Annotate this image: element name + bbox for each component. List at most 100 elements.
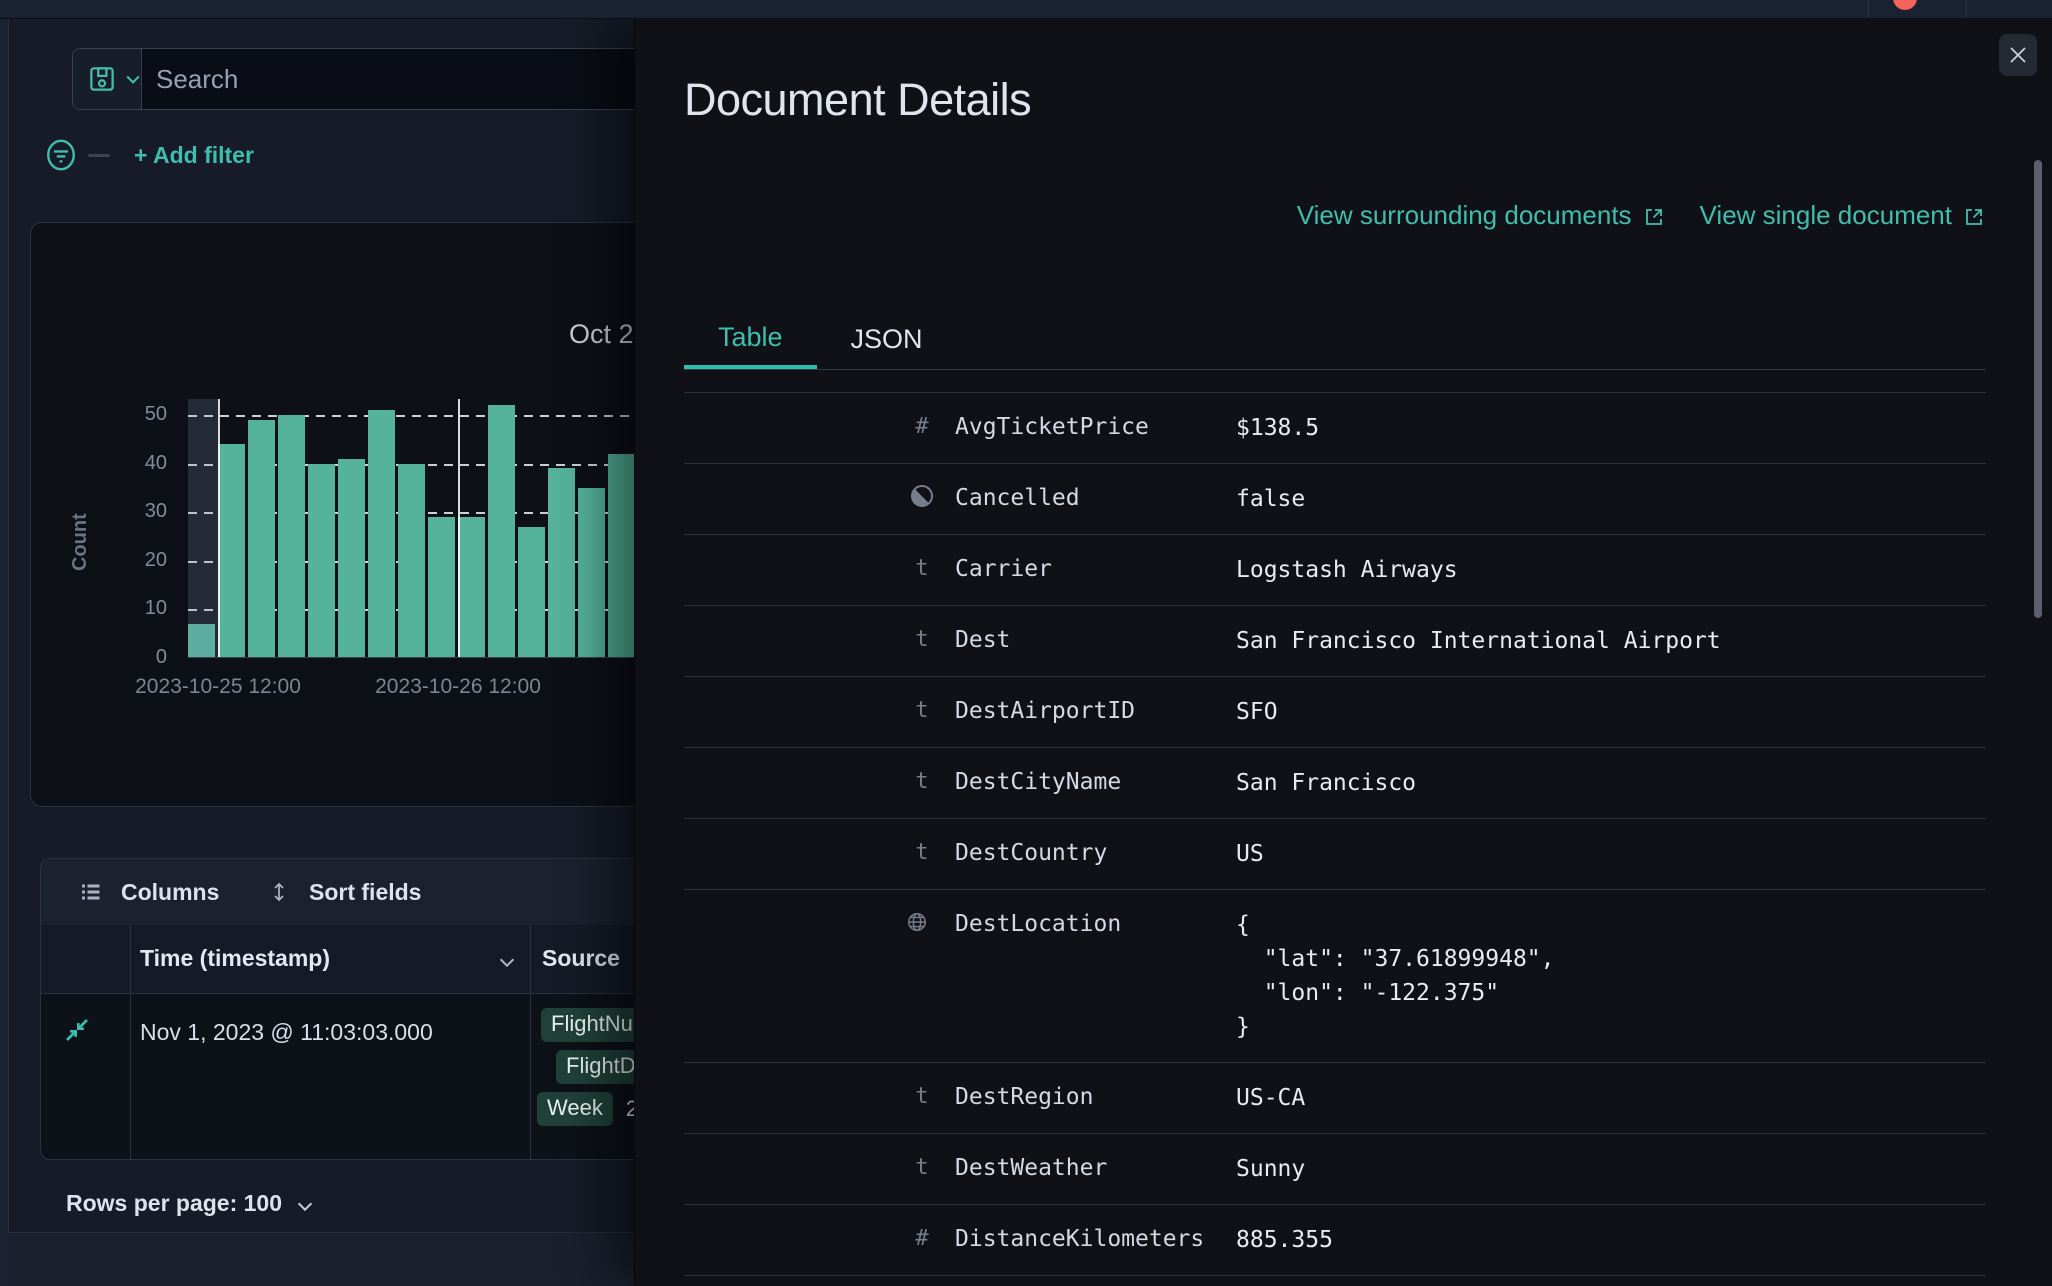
field-name: DestWeather bbox=[955, 1155, 1108, 1181]
topbar-divider bbox=[1966, 0, 1967, 18]
field-name: DestLocation bbox=[955, 911, 1122, 937]
histogram-bar[interactable] bbox=[578, 488, 605, 658]
notification-badge-icon[interactable] bbox=[1893, 0, 1917, 10]
sort-fields-button-label: Sort fields bbox=[309, 878, 422, 905]
histogram-bar[interactable] bbox=[218, 444, 245, 658]
grid-toolbar: Columns Sort fields bbox=[41, 859, 699, 926]
doc-field-row: t DestCityName San Francisco bbox=[684, 748, 1986, 819]
sort-arrows-icon bbox=[267, 880, 291, 904]
field-name: Cancelled bbox=[955, 485, 1080, 511]
flyout-actions: View surrounding documents View single d… bbox=[1297, 200, 1986, 231]
doc-field-row: t DestWeather Sunny bbox=[684, 1134, 1986, 1205]
discover-page: Search + Add filter Oct 25 Count 0 10 20 30… bbox=[0, 0, 2052, 1286]
flyout-tabs: Table JSON bbox=[684, 310, 957, 369]
query-bar: Search bbox=[72, 48, 656, 110]
histogram-bar[interactable] bbox=[608, 454, 635, 658]
field-name: DestRegion bbox=[955, 1084, 1094, 1110]
doc-field-row: t DestAirportID SFO bbox=[684, 677, 1986, 748]
chevron-down-icon bbox=[294, 1195, 316, 1217]
external-link-icon bbox=[1642, 205, 1666, 229]
doc-field-row: t Dest San Francisco International Airport bbox=[684, 606, 1986, 677]
collapsed-nav-rail[interactable] bbox=[0, 18, 9, 1286]
columns-button[interactable]: Columns bbox=[79, 859, 219, 925]
tab-json[interactable]: JSON bbox=[817, 310, 957, 369]
document-fields-table: # AvgTicketPrice $138.5 Cancelled false t Carr… bbox=[684, 392, 1986, 1286]
field-name: Carrier bbox=[955, 556, 1052, 582]
field-value: SFO bbox=[1236, 699, 1278, 725]
time-column-header[interactable]: Time (timestamp) bbox=[140, 945, 330, 972]
saved-query-menu-button[interactable] bbox=[73, 49, 142, 109]
field-value: false bbox=[1236, 486, 1306, 512]
column-border bbox=[130, 925, 131, 1159]
text-field-icon: t bbox=[915, 556, 929, 581]
histogram-bar[interactable] bbox=[248, 420, 275, 658]
y-tick-label: 30 bbox=[144, 500, 167, 523]
doc-field-row: t Carrier Logstash Airways bbox=[684, 535, 1986, 606]
save-icon bbox=[87, 64, 117, 94]
histogram-bar[interactable] bbox=[278, 415, 305, 658]
field-value: Logstash Airways bbox=[1236, 557, 1458, 583]
histogram-bar[interactable] bbox=[368, 410, 395, 658]
expand-document-icon[interactable] bbox=[61, 1014, 93, 1046]
top-chrome-bar bbox=[0, 0, 2052, 19]
number-field-icon: # bbox=[915, 1226, 929, 1251]
text-field-icon: t bbox=[915, 1084, 929, 1109]
histogram-bar[interactable] bbox=[398, 464, 425, 658]
x-gridline bbox=[218, 399, 220, 658]
flyout-scrollbar-thumb[interactable] bbox=[2034, 160, 2042, 618]
text-field-icon: t bbox=[915, 698, 929, 723]
text-field-icon: t bbox=[915, 769, 929, 794]
pagination: Rows per page: 100 bbox=[66, 1190, 316, 1217]
filter-bar: + Add filter bbox=[44, 138, 254, 172]
source-field-line: Week 2 bbox=[537, 1092, 638, 1126]
histogram-bar[interactable] bbox=[458, 517, 485, 658]
documents-grid-panel: Columns Sort fields Time (timestamp) Sou… bbox=[40, 858, 700, 1160]
filter-circle-icon[interactable] bbox=[44, 138, 78, 172]
field-value: $138.5 bbox=[1236, 415, 1320, 441]
doc-field-row: t DestCountry US bbox=[684, 819, 1986, 890]
filter-divider bbox=[88, 153, 110, 157]
time-cell[interactable]: Nov 1, 2023 @ 11:03:03.000 bbox=[140, 1019, 433, 1046]
view-surrounding-documents-link[interactable]: View surrounding documents bbox=[1297, 200, 1666, 231]
field-name-badge: Week bbox=[537, 1092, 613, 1126]
source-field-line: FlightNu bbox=[541, 1008, 643, 1042]
y-tick-label: 20 bbox=[144, 548, 167, 571]
field-value: US-CA bbox=[1236, 1085, 1306, 1111]
doc-field-row: DestLocation { "lat": "37.61899948", "lon… bbox=[684, 890, 1986, 1063]
field-value: 885.355 bbox=[1236, 1227, 1333, 1253]
search-placeholder: Search bbox=[156, 63, 239, 94]
number-field-icon: # bbox=[915, 414, 929, 439]
doc-field-row: # DistanceKilometers 885.355 bbox=[684, 1205, 1986, 1276]
y-axis-title: Count bbox=[69, 513, 91, 571]
field-value: San Francisco bbox=[1236, 770, 1417, 796]
text-field-icon: t bbox=[915, 627, 929, 652]
histogram-bar[interactable] bbox=[308, 464, 335, 658]
document-details-flyout: Document Details View surrounding docume… bbox=[634, 18, 2052, 1286]
chevron-down-icon[interactable] bbox=[496, 951, 518, 973]
search-input[interactable]: Search bbox=[142, 49, 655, 109]
y-tick-label: 40 bbox=[144, 451, 167, 474]
doc-field-row: # AvgTicketPrice $138.5 bbox=[684, 393, 1986, 464]
rows-per-page-button[interactable]: Rows per page: 100 bbox=[66, 1190, 282, 1217]
sort-fields-button[interactable]: Sort fields bbox=[267, 859, 421, 925]
boolean-field-icon bbox=[906, 485, 938, 513]
text-field-icon: t bbox=[915, 840, 929, 865]
columns-button-label: Columns bbox=[121, 878, 220, 905]
histogram-bar[interactable] bbox=[488, 405, 515, 658]
field-value: US bbox=[1236, 841, 1264, 867]
tab-table[interactable]: Table bbox=[684, 310, 817, 369]
histogram-bar[interactable] bbox=[548, 468, 575, 658]
doc-field-row: t DestRegion US-CA bbox=[684, 1063, 1986, 1134]
source-column-header[interactable]: Source bbox=[542, 945, 620, 972]
field-value: San Francisco International Airport bbox=[1236, 628, 1721, 654]
field-name-badge: FlightNu bbox=[541, 1008, 643, 1042]
view-single-document-link[interactable]: View single document bbox=[1700, 200, 1986, 231]
y-tick-label: 0 bbox=[155, 646, 167, 668]
close-flyout-button[interactable] bbox=[1999, 34, 2037, 76]
histogram-bar[interactable] bbox=[428, 517, 455, 658]
add-filter-button[interactable]: + Add filter bbox=[134, 142, 254, 169]
list-icon bbox=[79, 880, 103, 904]
histogram-bar[interactable] bbox=[338, 459, 365, 658]
histogram-bar[interactable] bbox=[518, 527, 545, 658]
deselected-range-overlay bbox=[188, 399, 218, 658]
